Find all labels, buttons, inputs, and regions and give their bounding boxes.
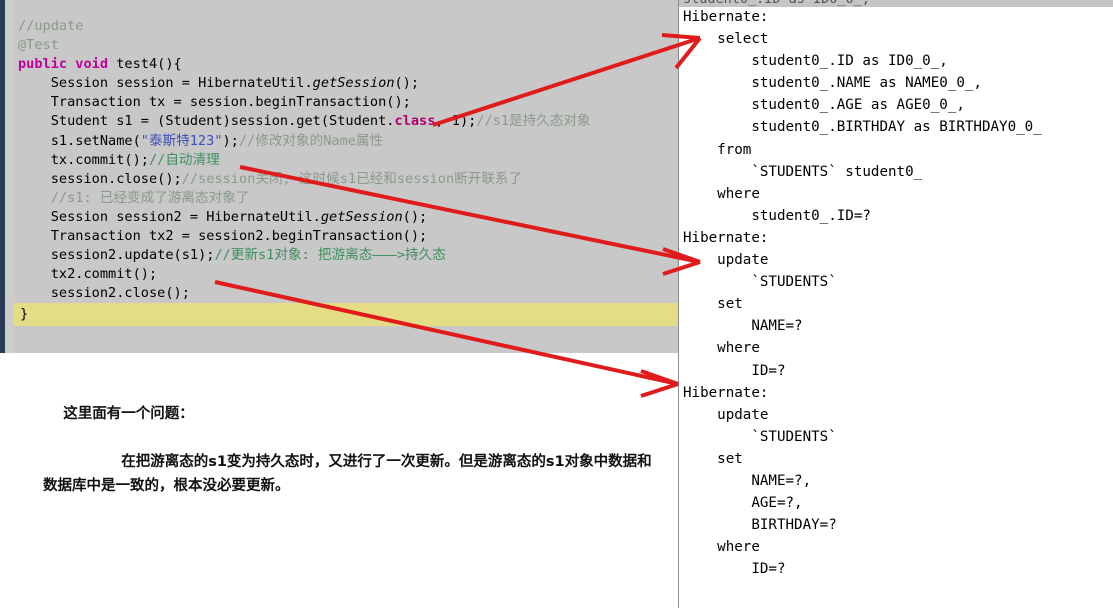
code-line: @Test <box>18 36 678 55</box>
note-line-2: 在把游离态的s1变为持久态时，又进行了一次更新。但是游离态的s1对象中数据和数据… <box>43 454 652 494</box>
console-line: student0_.NAME as NAME0_0_, <box>683 75 982 92</box>
code-line: Transaction tx = session.beginTransactio… <box>18 93 678 112</box>
code-line: //update <box>18 17 678 36</box>
console-line: where <box>683 185 760 202</box>
console-line: student0_.BIRTHDAY as BIRTHDAY0_0_ <box>683 119 1042 136</box>
code-token: session.close(); <box>50 170 182 187</box>
console-line: student0_.ID as ID0_0_, <box>683 53 948 70</box>
code-token: public <box>18 56 68 73</box>
code-line: s1.setName("泰斯特123");//修改对象的Name属性 <box>18 132 678 151</box>
console-line: `STUDENTS` <box>683 428 837 445</box>
code-token: //更新s1对象: 把游离态———>持久态 <box>214 247 446 264</box>
code-line: //s1: 已经变成了游离态对象了 <box>18 189 678 208</box>
console-line: where <box>683 539 760 556</box>
console-line: AGE=?, <box>683 495 803 512</box>
code-line: Session session = HibernateUtil.getSessi… <box>18 74 678 93</box>
code-editor-panel: //update @Test public void test4(){ Sessio… <box>0 0 678 353</box>
console-line: update <box>683 252 769 269</box>
explanation-note-text: 这里面有一个问题： 在把游离态的s1变为持久态时，又进行了一次更新。但是游离态的… <box>43 378 663 522</box>
code-token: getSession <box>320 208 403 225</box>
code-token: Session session2 = HibernateUtil. <box>50 208 321 225</box>
code-token: s1.setName( <box>50 132 141 149</box>
code-token: session2.update(s1); <box>50 247 215 264</box>
console-line: student0_.AGE as AGE0_0_, <box>683 97 965 114</box>
console-line: update <box>683 406 769 423</box>
code-line: Student s1 = (Student)session.get(Studen… <box>18 112 678 131</box>
code-token: (); <box>402 208 428 225</box>
console-line: `STUDENTS` student0_ <box>683 163 923 180</box>
code-line: session2.close(); <box>18 284 678 303</box>
console-line: ID=? <box>683 362 786 379</box>
code-token: test4(){ <box>108 56 182 73</box>
code-token: session2.close(); <box>50 285 190 302</box>
console-line: set <box>683 450 743 467</box>
console-line: NAME=?, <box>683 472 812 489</box>
code-token: //update <box>18 18 84 34</box>
note-line-1: 这里面有一个问题： <box>63 406 194 422</box>
code-token: ); <box>222 132 239 149</box>
editor-gutter <box>0 0 14 353</box>
code-token: tx.commit(); <box>50 151 149 168</box>
console-line: select <box>683 31 769 48</box>
console-line: student0_.ID=? <box>683 207 871 224</box>
code-line: Transaction tx2 = session2.beginTransact… <box>18 227 678 246</box>
code-token: tx2.commit(); <box>50 266 158 283</box>
code-token: Transaction tx2 = session2.beginTransact… <box>50 228 428 245</box>
console-line: where <box>683 340 760 357</box>
console-line: Hibernate: <box>683 9 777 25</box>
console-line: `STUDENTS` <box>683 274 837 291</box>
code-line: session.close();//session关闭, 这时候s1已经和ses… <box>18 170 678 189</box>
code-token: //s1是持久态对象 <box>476 113 591 130</box>
code-line: Session session2 = HibernateUtil.getSess… <box>18 208 678 227</box>
code-token: "泰斯特123" <box>140 132 223 149</box>
code-token: , 1); <box>435 113 477 130</box>
code-token: Transaction tx = session.beginTransactio… <box>50 94 411 111</box>
code-line: tx2.commit(); <box>18 265 678 284</box>
console-line: from <box>683 141 752 158</box>
code-token: //session关闭, 这时候s1已经和session断开联系了 <box>181 170 523 187</box>
console-line: Hibernate: <box>683 229 777 246</box>
code-token: @Test <box>18 37 59 54</box>
code-token: //自动清理 <box>148 151 220 168</box>
console-line: ID=? <box>683 561 786 578</box>
code-line: public void test4(){ <box>18 55 678 74</box>
code-line: tx.commit();//自动清理 <box>18 151 678 170</box>
console-line: set <box>683 296 743 313</box>
code-token: Student s1 = (Student)session.get(Studen… <box>50 113 395 130</box>
code-token: void <box>75 56 109 73</box>
code-line: session2.update(s1);//更新s1对象: 把游离态———>持久… <box>18 246 678 265</box>
code-token: //s1: 已经变成了游离态对象了 <box>50 189 250 206</box>
code-token: //修改对象的Name属性 <box>238 132 384 149</box>
code-token: getSession <box>312 75 395 92</box>
code-block[interactable]: //update @Test public void test4(){ Sessio… <box>18 17 678 303</box>
console-log-text: Hibernate: select student0_.ID as ID0_0_… <box>683 6 1042 580</box>
highlighted-line <box>14 303 678 326</box>
explanation-note-block: 这里面有一个问题： 在把游离态的s1变为持久态时，又进行了一次更新。但是游离态的… <box>0 353 678 608</box>
closing-brace: } <box>20 306 29 322</box>
console-line: NAME=? <box>683 318 803 335</box>
console-line: BIRTHDAY=? <box>683 517 837 534</box>
code-token: class <box>394 113 436 130</box>
code-token: Session session = HibernateUtil. <box>50 75 313 92</box>
code-token: (); <box>394 75 420 92</box>
console-line: Hibernate: <box>683 384 777 401</box>
console-output-panel[interactable]: student0_.ID as ID0_0_, Hibernate: selec… <box>678 0 1113 608</box>
